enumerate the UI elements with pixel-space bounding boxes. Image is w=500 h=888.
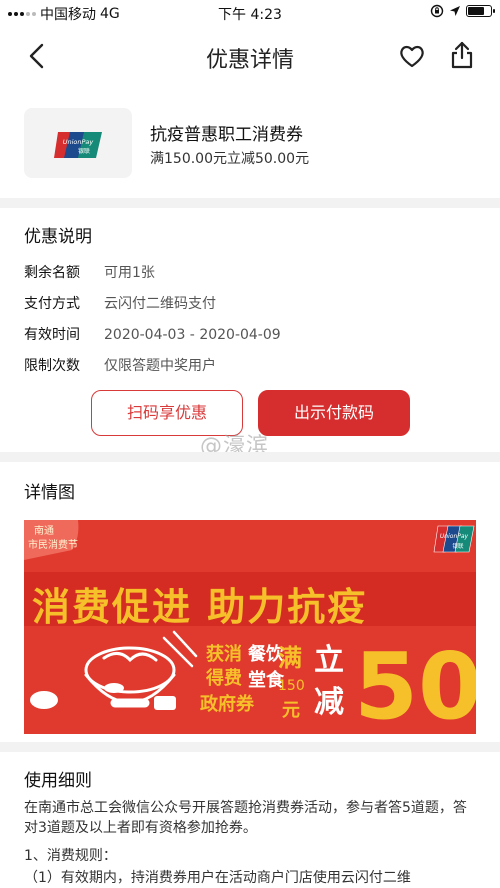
banner-tag-line1: 南通: [34, 524, 54, 537]
info-value: 2020-04-03 - 2020-04-09: [104, 327, 281, 343]
nav-bar: 优惠详情: [0, 26, 500, 86]
banner-jian: 减: [314, 685, 344, 720]
banner-li: 立: [314, 643, 344, 678]
info-row-validity: 有效时间 2020-04-03 - 2020-04-09: [24, 324, 281, 348]
info-row-limit: 限制次数 仅限答题中奖用户: [24, 355, 216, 379]
banner-tag-line2: 市民消费节: [28, 538, 78, 551]
info-row-quota: 剩余名额 可用1张: [24, 262, 155, 286]
info-value: 云闪付二维码支付: [104, 296, 216, 312]
rules-line-2: （1）有效期内，持消费券用户在活动商户门店使用云闪付二维: [24, 870, 411, 886]
svg-text:UnionPay: UnionPay: [440, 533, 469, 540]
coupon-title: 抗疫普惠职工消费券: [150, 125, 303, 145]
info-label: 有效时间: [24, 327, 80, 343]
info-label: 限制次数: [24, 358, 80, 374]
section-divider: [0, 452, 500, 462]
promo-banner-image: 南通 市民消费节 UnionPay 银联 消费促进 助力抗疫 获消 得费 政府券…: [24, 520, 476, 734]
rules-paragraph: 在南通市总工会微信公众号开展答题抢消费券活动，参与者答5道题，答对3道题及以上者…: [24, 800, 467, 836]
rules-line-1: 1、消费规则：: [24, 848, 117, 864]
banner-unionpay-logo: UnionPay 银联: [433, 525, 475, 553]
status-bar: 中国移动 4G 下午 4:23: [0, 0, 500, 26]
banner-amount-min: 150: [278, 678, 305, 694]
banner-col1-mid: 得费: [205, 667, 242, 689]
location-icon: [450, 6, 460, 16]
info-value: 仅限答题中奖用户: [104, 358, 216, 374]
status-icons: [430, 4, 495, 18]
svg-text:UnionPay: UnionPay: [63, 138, 94, 146]
section-divider: [0, 742, 500, 752]
info-value: 可用1张: [104, 265, 155, 281]
unionpay-logo: UnionPay 银联: [54, 132, 102, 158]
rotation-lock-icon: [430, 4, 444, 18]
share-icon[interactable]: [446, 39, 478, 71]
svg-text:银联: 银联: [452, 542, 464, 550]
banner-man: 满: [278, 644, 302, 672]
coupon-condition: 满150.00元立减50.00元: [150, 151, 310, 167]
battery-icon: [466, 5, 495, 17]
detail-section-title: 详情图: [24, 483, 75, 503]
merchant-logo: UnionPay 银联: [24, 108, 132, 178]
info-row-payment: 支付方式 云闪付二维码支付: [24, 293, 216, 317]
banner-col1-low: 政府券: [200, 693, 255, 715]
rules-section-title: 使用细则: [24, 771, 92, 791]
svg-text:银联: 银联: [78, 147, 90, 155]
offer-section-title: 优惠说明: [24, 227, 92, 247]
section-divider: [0, 198, 500, 208]
show-payment-code-button[interactable]: 出示付款码: [258, 390, 410, 436]
banner-col1-top: 获消: [206, 643, 242, 665]
banner-yuan: 元: [282, 700, 300, 721]
clock: 下午 4:23: [218, 7, 282, 23]
info-label: 剩余名额: [24, 265, 80, 281]
banner-headline: 消费促进 助力抗疫: [32, 585, 367, 629]
banner-amount-off: 50: [354, 633, 476, 734]
coupon-header: UnionPay 银联 抗疫普惠职工消费券 满150.00元立减50.00元: [0, 96, 500, 196]
heart-icon[interactable]: [396, 40, 428, 72]
info-label: 支付方式: [24, 296, 80, 312]
